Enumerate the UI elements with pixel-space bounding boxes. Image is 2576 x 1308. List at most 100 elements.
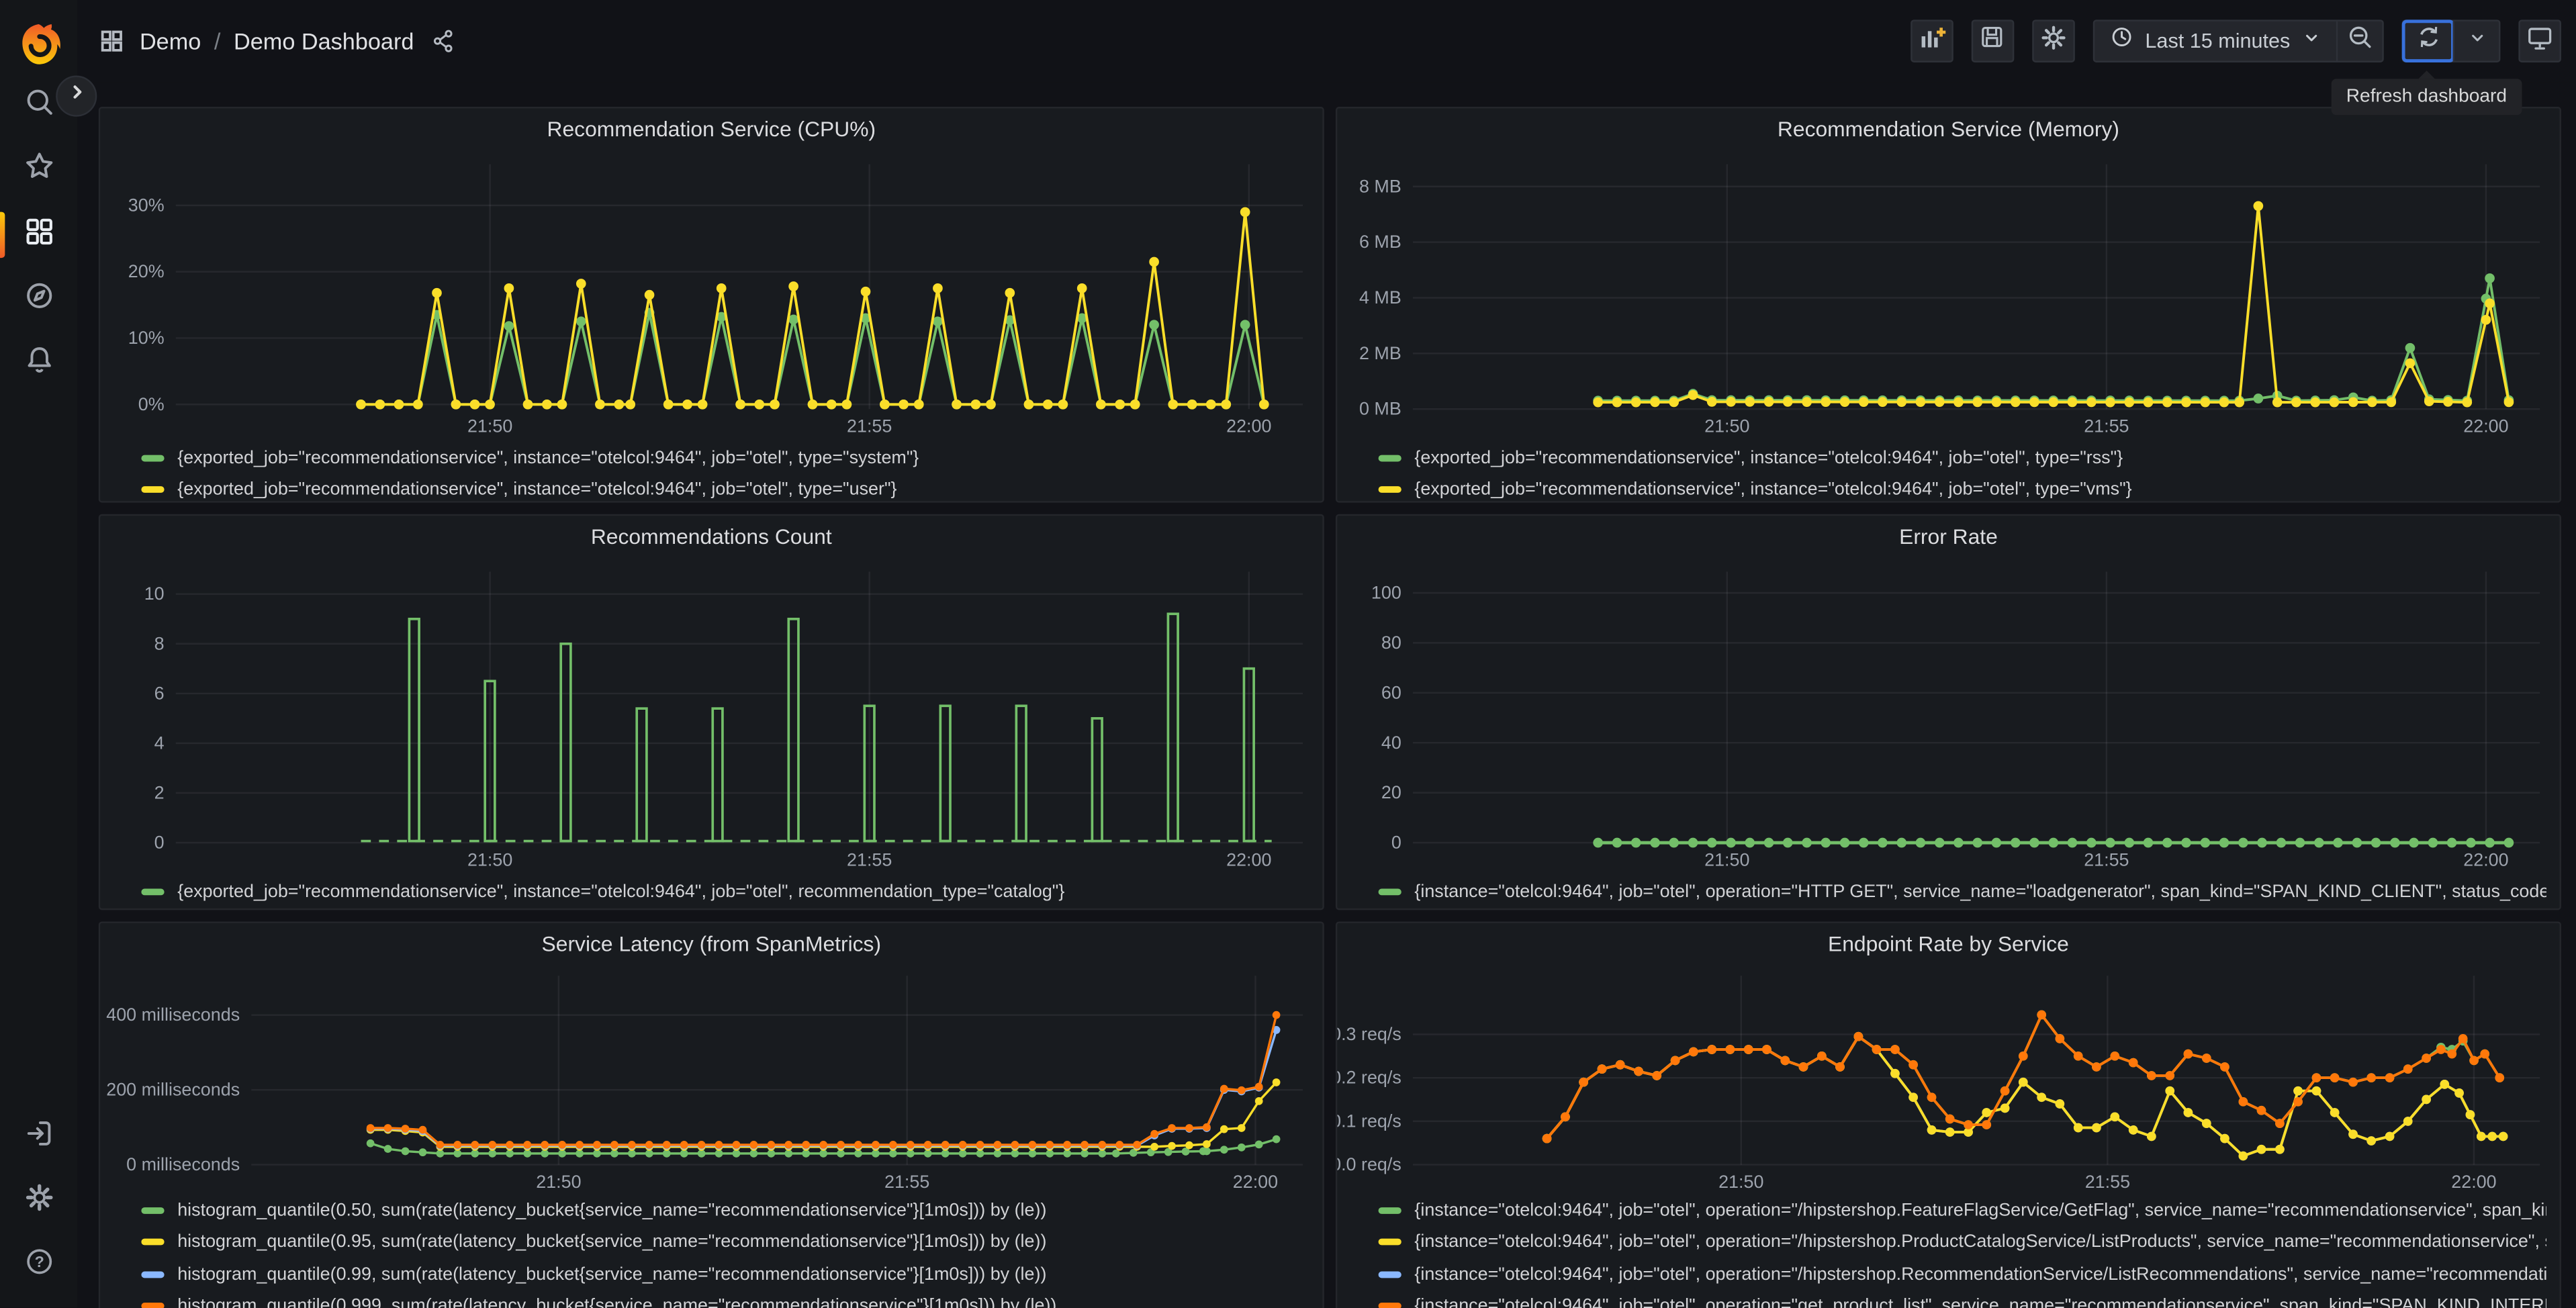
active-indicator bbox=[0, 212, 5, 259]
error-rate-chart[interactable]: 21:50 21:55 22:00 0 20 40 60 80 100 bbox=[1337, 559, 2559, 872]
time-picker-group: Last 15 minutes bbox=[2092, 19, 2384, 62]
zoom-out-button[interactable] bbox=[2338, 21, 2382, 61]
series-swatch bbox=[141, 1270, 165, 1278]
series-label[interactable]: {exported_job="recommendationservice", i… bbox=[177, 480, 896, 500]
svg-text:21:55: 21:55 bbox=[2084, 416, 2129, 436]
save-dashboard-button[interactable] bbox=[1971, 19, 2014, 62]
series-label[interactable]: {exported_job="recommendationservice", i… bbox=[177, 448, 919, 467]
series-label[interactable]: {instance="otelcol:9464", job="otel", op… bbox=[1414, 1201, 2546, 1220]
svg-text:22:00: 22:00 bbox=[2463, 416, 2508, 436]
bell-icon bbox=[22, 342, 55, 383]
svg-text:22:00: 22:00 bbox=[2451, 1172, 2496, 1191]
panel-endpoint-rate: Endpoint Rate by Service 21:50 21:55 22:00… bbox=[1335, 921, 2561, 1308]
series-swatch bbox=[141, 1303, 165, 1308]
svg-text:21:55: 21:55 bbox=[2084, 849, 2129, 870]
svg-text:8 MB: 8 MB bbox=[1359, 176, 1401, 196]
legend-row: histogram_quantile(0.99, sum(rate(latenc… bbox=[141, 1258, 1309, 1291]
svg-text:0: 0 bbox=[154, 833, 165, 853]
gear-icon bbox=[22, 1180, 55, 1221]
refresh-tooltip: Refresh dashboard bbox=[2331, 79, 2522, 115]
chevron-down-icon bbox=[2467, 26, 2486, 56]
sidebar-item-alerting[interactable] bbox=[0, 335, 77, 391]
refresh-group bbox=[2401, 19, 2501, 62]
svg-text:100: 100 bbox=[1371, 583, 1401, 603]
series-swatch bbox=[1378, 1207, 1401, 1214]
series-label[interactable]: histogram_quantile(0.95, sum(rate(latenc… bbox=[177, 1232, 1046, 1252]
panel-recommendation-memory: Recommendation Service (Memory) 21:50 21:… bbox=[1335, 107, 2561, 503]
series-swatch bbox=[1378, 486, 1401, 494]
series-label[interactable]: histogram_quantile(0.99, sum(rate(latenc… bbox=[177, 1264, 1046, 1284]
series-label[interactable]: {instance="otelcol:9464", job="otel", op… bbox=[1414, 1264, 2546, 1284]
series-label[interactable]: {instance="otelcol:9464", job="otel", op… bbox=[1414, 1297, 2546, 1308]
svg-text:0 MB: 0 MB bbox=[1359, 399, 1401, 419]
sidebar-item-starred[interactable] bbox=[0, 141, 77, 197]
series-swatch bbox=[1378, 888, 1401, 895]
svg-text:22:00: 22:00 bbox=[1233, 1172, 1278, 1191]
sidebar-item-explore[interactable] bbox=[0, 271, 77, 327]
legend-row: {instance="otelcol:9464", job="otel", op… bbox=[1378, 1258, 2546, 1291]
legend-row: {exported_job="recommendationservice", i… bbox=[141, 876, 1309, 908]
series-label[interactable]: {exported_job="recommendationservice", i… bbox=[1414, 448, 2123, 467]
latency-chart[interactable]: 21:50 21:55 22:00 0 milliseconds 200 millise… bbox=[100, 966, 1322, 1191]
panel-title[interactable]: Recommendations Count bbox=[100, 516, 1322, 559]
panel-recommendation-cpu: Recommendation Service (CPU%) 21:50 21:55… bbox=[98, 107, 1324, 503]
series-label[interactable]: {exported_job="recommendationservice", i… bbox=[177, 882, 1064, 901]
series-swatch bbox=[1378, 1303, 1401, 1308]
header-toolbar: Last 15 minutes bbox=[1910, 19, 2561, 62]
series-swatch bbox=[141, 1239, 165, 1246]
series-label[interactable]: {instance="otelcol:9464", job="otel", op… bbox=[1414, 1232, 2546, 1252]
series-label[interactable]: {exported_job="recommendationservice", i… bbox=[1414, 480, 2131, 500]
svg-text:21:55: 21:55 bbox=[884, 1172, 929, 1191]
sidebar-expand-button[interactable] bbox=[56, 75, 97, 117]
series-swatch bbox=[141, 1207, 165, 1214]
panel-title[interactable]: Error Rate bbox=[1337, 516, 2559, 559]
svg-text:2 MB: 2 MB bbox=[1359, 343, 1401, 363]
svg-text:21:50: 21:50 bbox=[467, 416, 512, 436]
sidebar-item-configuration[interactable] bbox=[0, 1173, 77, 1229]
svg-text:21:55: 21:55 bbox=[2085, 1172, 2130, 1191]
search-icon bbox=[22, 85, 55, 126]
series-label[interactable]: histogram_quantile(0.50, sum(rate(latenc… bbox=[177, 1201, 1046, 1220]
breadcrumb-folder[interactable]: Demo bbox=[140, 28, 201, 54]
cpu-chart[interactable]: 21:50 21:55 22:00 0% 10% 20% 30% bbox=[100, 151, 1322, 438]
refresh-dashboard-button[interactable] bbox=[2401, 19, 2454, 62]
memory-chart[interactable]: 21:50 21:55 22:00 0 MB 2 MB 4 MB 6 MB 8 MB bbox=[1337, 151, 2559, 438]
panel-title[interactable]: Service Latency (from SpanMetrics) bbox=[100, 923, 1322, 966]
panel-title[interactable]: Endpoint Rate by Service bbox=[1337, 923, 2559, 966]
tv-mode-button[interactable] bbox=[2518, 19, 2561, 62]
svg-text:6: 6 bbox=[154, 683, 165, 703]
series-swatch bbox=[1378, 1239, 1401, 1246]
help-icon: ? bbox=[22, 1244, 55, 1285]
header: Demo / Demo Dashboard Last 15 minutes bbox=[77, 0, 2576, 83]
legend-row: {exported_job="recommendationservice", i… bbox=[1378, 474, 2546, 501]
sidebar-item-sign-in[interactable] bbox=[0, 1109, 77, 1164]
svg-text:6 MB: 6 MB bbox=[1359, 232, 1401, 252]
svg-text:200 milliseconds: 200 milliseconds bbox=[106, 1080, 240, 1100]
svg-text:2: 2 bbox=[154, 783, 165, 803]
series-label[interactable]: histogram_quantile(0.999, sum(rate(laten… bbox=[177, 1297, 1056, 1308]
endpoint-rate-chart[interactable]: 21:50 21:55 22:00 0.0 req/s 0.1 req/s 0.2 req… bbox=[1337, 966, 2559, 1191]
dashboard-settings-button[interactable] bbox=[2031, 19, 2075, 62]
gear-icon bbox=[2038, 22, 2068, 60]
sidebar-item-help[interactable]: ? bbox=[0, 1237, 77, 1293]
svg-text:40: 40 bbox=[1381, 733, 1401, 753]
series-label[interactable]: {instance="otelcol:9464", job="otel", op… bbox=[1414, 882, 2546, 901]
legend-row: histogram_quantile(0.50, sum(rate(latenc… bbox=[141, 1195, 1309, 1227]
panel-title[interactable]: Recommendation Service (CPU%) bbox=[100, 108, 1322, 151]
share-icon[interactable] bbox=[430, 28, 457, 54]
svg-text:21:50: 21:50 bbox=[536, 1172, 581, 1191]
svg-text:10: 10 bbox=[144, 583, 165, 604]
svg-text:20: 20 bbox=[1381, 782, 1401, 802]
save-icon bbox=[1978, 23, 2007, 59]
svg-text:0.2 req/s: 0.2 req/s bbox=[1337, 1068, 1401, 1088]
count-chart[interactable]: 21:50 21:55 22:00 0 2 4 6 8 10 bbox=[100, 559, 1322, 872]
refresh-interval-button[interactable] bbox=[2454, 21, 2499, 61]
time-range-button[interactable]: Last 15 minutes bbox=[2095, 21, 2336, 61]
sidebar-item-dashboards[interactable] bbox=[0, 207, 77, 263]
svg-text:0.1 req/s: 0.1 req/s bbox=[1337, 1111, 1401, 1131]
grafana-logo[interactable] bbox=[0, 13, 77, 76]
add-panel-button[interactable] bbox=[1910, 19, 1953, 62]
legend-row: {exported_job="recommendationservice", i… bbox=[141, 474, 1309, 501]
series-swatch bbox=[141, 888, 165, 895]
legend: {exported_job="recommendationservice", i… bbox=[1337, 438, 2559, 501]
